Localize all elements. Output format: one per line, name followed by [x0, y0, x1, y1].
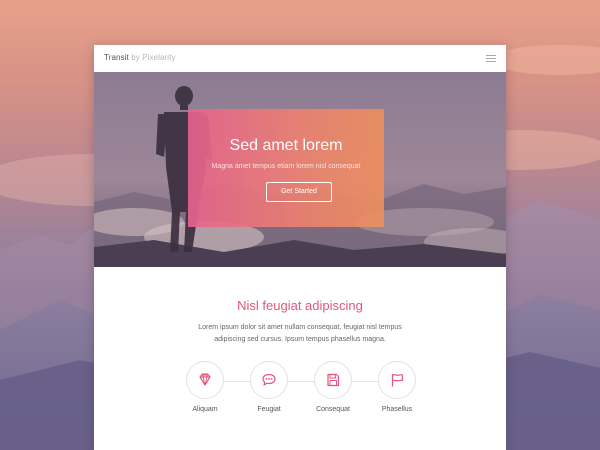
brand-byline: by Pixelarity [131, 53, 176, 62]
feature-label: Phasellus [381, 406, 413, 413]
feature-label: Feugiat [257, 406, 281, 413]
feature-label: Consequat [316, 406, 350, 413]
hero-callout: Sed amet lorem Magna amet tempus etiam l… [188, 109, 384, 227]
floppy-disk-icon[interactable] [314, 361, 352, 399]
flag-icon[interactable] [378, 361, 416, 399]
features-row: Aliquam Feugiat Consequat Phasellus [94, 361, 506, 450]
top-navbar: Transit by Pixelarity [94, 45, 506, 73]
diamond-icon[interactable] [186, 361, 224, 399]
get-started-button[interactable]: Get Started [266, 182, 332, 202]
feature-item-phasellus[interactable]: Phasellus [367, 361, 427, 413]
hamburger-menu-icon[interactable] [486, 55, 496, 62]
section-title: Nisl feugiat adipiscing [237, 298, 363, 313]
brand-logo[interactable]: Transit by Pixelarity [104, 53, 176, 62]
brand-name: Transit [104, 53, 129, 62]
page-card: Transit by Pixelarity Sed amet lorem Mag… [94, 45, 506, 450]
hero-banner: Sed amet lorem Magna amet tempus etiam l… [94, 72, 506, 267]
hero-subtitle: Magna amet tempus etiam lorem nisl conse… [211, 163, 361, 170]
section-description: Lorem ipsum dolor sit amet nullam conseq… [198, 324, 402, 343]
feature-item-feugiat[interactable]: Feugiat [239, 361, 299, 413]
feature-item-consequat[interactable]: Consequat [303, 361, 363, 413]
feature-label: Aliquam [192, 406, 218, 413]
hero-title: Sed amet lorem [229, 137, 343, 154]
feature-item-aliquam[interactable]: Aliquam [175, 361, 235, 413]
chat-bubble-icon[interactable] [250, 361, 288, 399]
